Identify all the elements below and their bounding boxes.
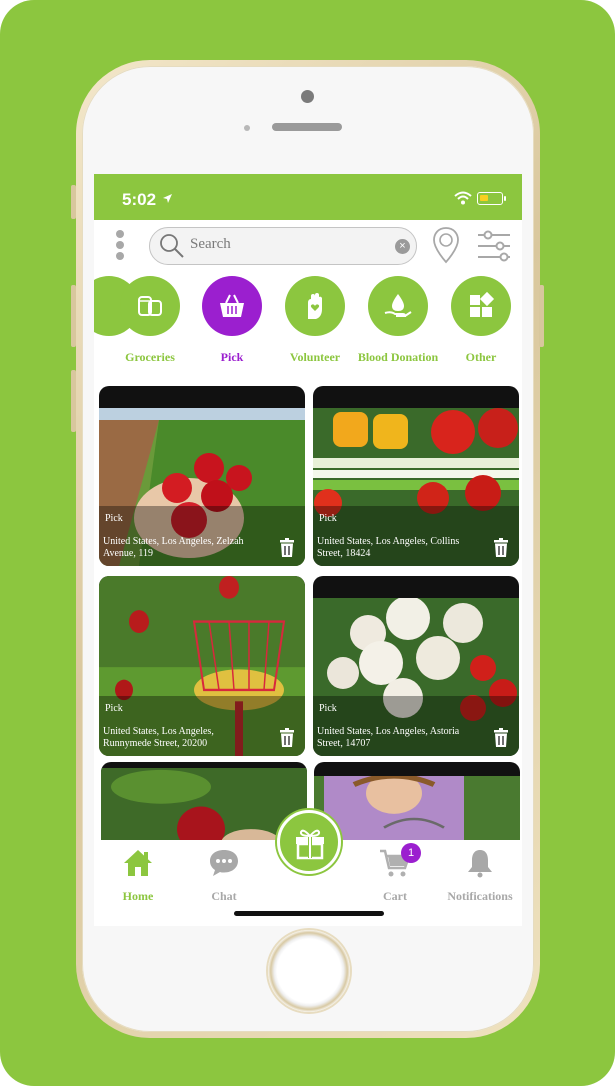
earpiece-speaker [272,123,342,131]
shapes-icon [470,291,495,317]
bell-icon [468,850,492,878]
top-toolbar: × [94,220,522,276]
category-carousel[interactable]: Groceries Pick Volunteer Blood Donation … [94,276,522,376]
status-time: 5:02 [122,190,157,209]
listing-type: Pick [319,703,337,714]
front-camera [301,90,314,103]
nav-home[interactable]: Home [98,848,178,904]
gift-button[interactable] [277,810,341,874]
listing-address: United States, Los Angeles, Collins Stre… [317,536,460,559]
app-screen: 5:02 × [94,174,522,926]
chat-icon [210,850,238,876]
home-icon [124,850,152,876]
trash-icon[interactable] [493,538,509,558]
nav-cart[interactable]: 1 Cart [355,843,435,904]
status-bar: 5:02 [94,174,522,220]
mute-switch [71,185,76,219]
search-icon [160,234,184,258]
nav-label: Home [122,889,154,903]
listing-address: United States, Los Angeles, Zelzah Avenu… [103,536,244,559]
category-groceries[interactable]: Groceries [105,276,195,365]
listing-type: Pick [319,513,337,524]
gift-icon [296,829,324,860]
category-other[interactable]: Other [436,276,522,365]
basket-icon [220,294,244,317]
filter-sliders-icon[interactable] [476,230,512,262]
listing-card[interactable]: Pick United States, Los Angeles, Collins… [313,386,519,566]
search-bar[interactable]: × [149,227,417,265]
listing-address: United States, Los Angeles, Runnymede St… [103,726,214,749]
listing-type: Pick [105,513,123,524]
category-volunteer[interactable]: Volunteer [270,276,360,365]
nav-notifications[interactable]: Notifications [440,848,520,904]
wifi-icon [454,191,472,205]
listing-card[interactable]: Pick United States, Los Angeles, Astoria… [313,576,519,756]
battery-icon [477,192,506,205]
listing-type: Pick [105,703,123,714]
nav-label: Cart [383,889,407,903]
bottom-navigation: Home Chat 1 Cart Notifications [94,810,522,926]
category-label: Pick [220,350,244,364]
nav-chat[interactable]: Chat [184,848,264,904]
clear-search-icon[interactable]: × [395,239,410,254]
listing-card[interactable]: Pick United States, Los Angeles, Runnyme… [99,576,305,756]
home-indicator[interactable] [234,911,384,916]
groceries-icon [138,296,162,316]
nav-label: Chat [211,889,237,903]
home-hardware-button[interactable] [268,930,350,1012]
search-input[interactable] [190,236,390,253]
blood-drop-hand-icon [384,294,412,317]
category-pick[interactable]: Pick [187,276,277,365]
category-label: Groceries [125,350,175,364]
power-button [539,285,544,347]
trash-icon[interactable] [493,728,509,748]
listing-address: United States, Los Angeles, Astoria Stre… [317,726,460,749]
volume-down-button [71,370,76,432]
trash-icon[interactable] [279,728,295,748]
category-label: Blood Donation [357,350,439,364]
hand-heart-icon [308,293,322,319]
cart-count-badge: 1 [401,843,421,863]
category-blood-donation[interactable]: Blood Donation [353,276,443,365]
listing-grid: Pick United States, Los Angeles, Zelzah … [94,384,522,862]
trash-icon[interactable] [279,538,295,558]
nav-label: Notifications [447,889,513,903]
listing-card[interactable]: Pick United States, Los Angeles, Zelzah … [99,386,305,566]
category-label: Volunteer [289,350,341,364]
location-arrow-icon [163,194,172,203]
category-label: Other [465,350,497,364]
proximity-sensor [244,125,250,131]
map-pin-icon[interactable] [432,226,460,264]
menu-dots-icon[interactable] [116,230,126,266]
volume-up-button [71,285,76,347]
